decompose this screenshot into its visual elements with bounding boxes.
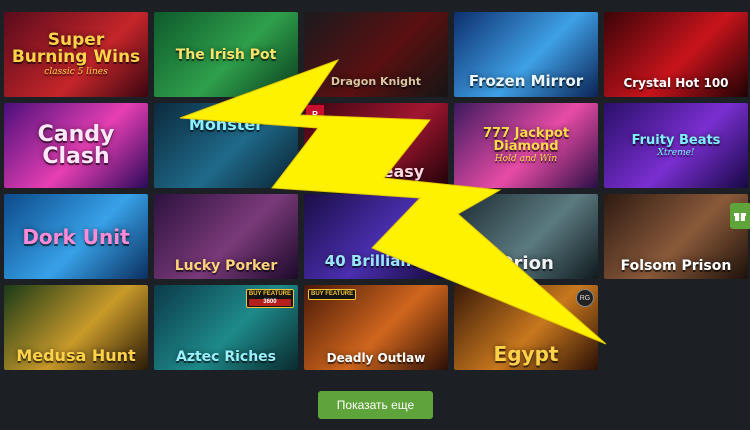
game-tile[interactable]: Super Burning Wins classic 5 lines [4, 12, 148, 97]
provider-logo: R [306, 105, 324, 123]
game-title: Dragon Knight [330, 75, 422, 88]
game-subtitle: Hold and Win [494, 154, 558, 164]
game-title: Crystal Hot 100 [623, 76, 729, 90]
game-title: Medusa Hunt [16, 346, 136, 365]
games-grid: Super Burning Wins classic 5 lines The I… [4, 12, 748, 370]
game-title: 40 Brilliants [324, 252, 428, 270]
game-title: Monster [188, 115, 264, 134]
game-title: 777 Jackpot Diamond Hold and Win [454, 127, 598, 164]
game-tile[interactable]: Fruity Beats Xtreme! [604, 103, 748, 188]
game-tile[interactable]: The Irish Pot [154, 12, 298, 97]
provider-badge: RG [576, 289, 594, 307]
game-tile[interactable]: Lucky Porker [154, 194, 298, 279]
side-gift-tab[interactable] [730, 203, 750, 229]
game-tile[interactable]: Orion [454, 194, 598, 279]
game-title: Fruity Beats Xtreme! [631, 132, 721, 158]
game-title: The Irish Pot [175, 46, 277, 63]
game-title: Deadly Outlaw [326, 351, 426, 365]
game-subtitle: Xtreme! [657, 147, 695, 158]
game-title: Aztec Riches [175, 349, 277, 365]
game-tile[interactable]: BUY FEATURE 3600 Aztec Riches [154, 285, 298, 370]
gift-icon [734, 213, 746, 221]
game-tile[interactable]: R Speakeasy [304, 103, 448, 188]
game-title: Speakeasy [327, 162, 425, 181]
game-title: Folsom Prison [620, 258, 732, 274]
game-tile[interactable]: Candy Clash [4, 103, 148, 188]
game-tile[interactable]: 40 Brilliants [304, 194, 448, 279]
game-tile[interactable]: Crystal Hot 100 [604, 12, 748, 97]
game-tile[interactable]: Monster [154, 103, 298, 188]
buy-feature-badge: BUY FEATURE [308, 289, 357, 300]
game-title: Egypt [493, 342, 559, 366]
game-subtitle: classic 5 lines [44, 67, 108, 77]
game-title: Super Burning Wins classic 5 lines [4, 32, 148, 77]
game-tile[interactable]: Dork Unit [4, 194, 148, 279]
buy-feature-badge: BUY FEATURE 3600 [245, 289, 294, 308]
game-title: Dork Unit [22, 224, 130, 249]
game-tile[interactable]: Folsom Prison [604, 194, 748, 279]
game-title: Orion [498, 253, 554, 274]
game-tile[interactable]: 777 Jackpot Diamond Hold and Win [454, 103, 598, 188]
show-more-button[interactable]: Показать еще [318, 391, 433, 419]
game-title: Lucky Porker [174, 258, 278, 274]
game-tile[interactable]: Medusa Hunt [4, 285, 148, 370]
game-tile[interactable]: RG Egypt [454, 285, 598, 370]
game-title: Candy Clash [37, 121, 115, 169]
game-title: Frozen Mirror [468, 72, 584, 90]
game-tile[interactable]: Dragon Knight [304, 12, 448, 97]
game-tile[interactable]: Frozen Mirror [454, 12, 598, 97]
game-tile[interactable]: BUY FEATURE Deadly Outlaw [304, 285, 448, 370]
